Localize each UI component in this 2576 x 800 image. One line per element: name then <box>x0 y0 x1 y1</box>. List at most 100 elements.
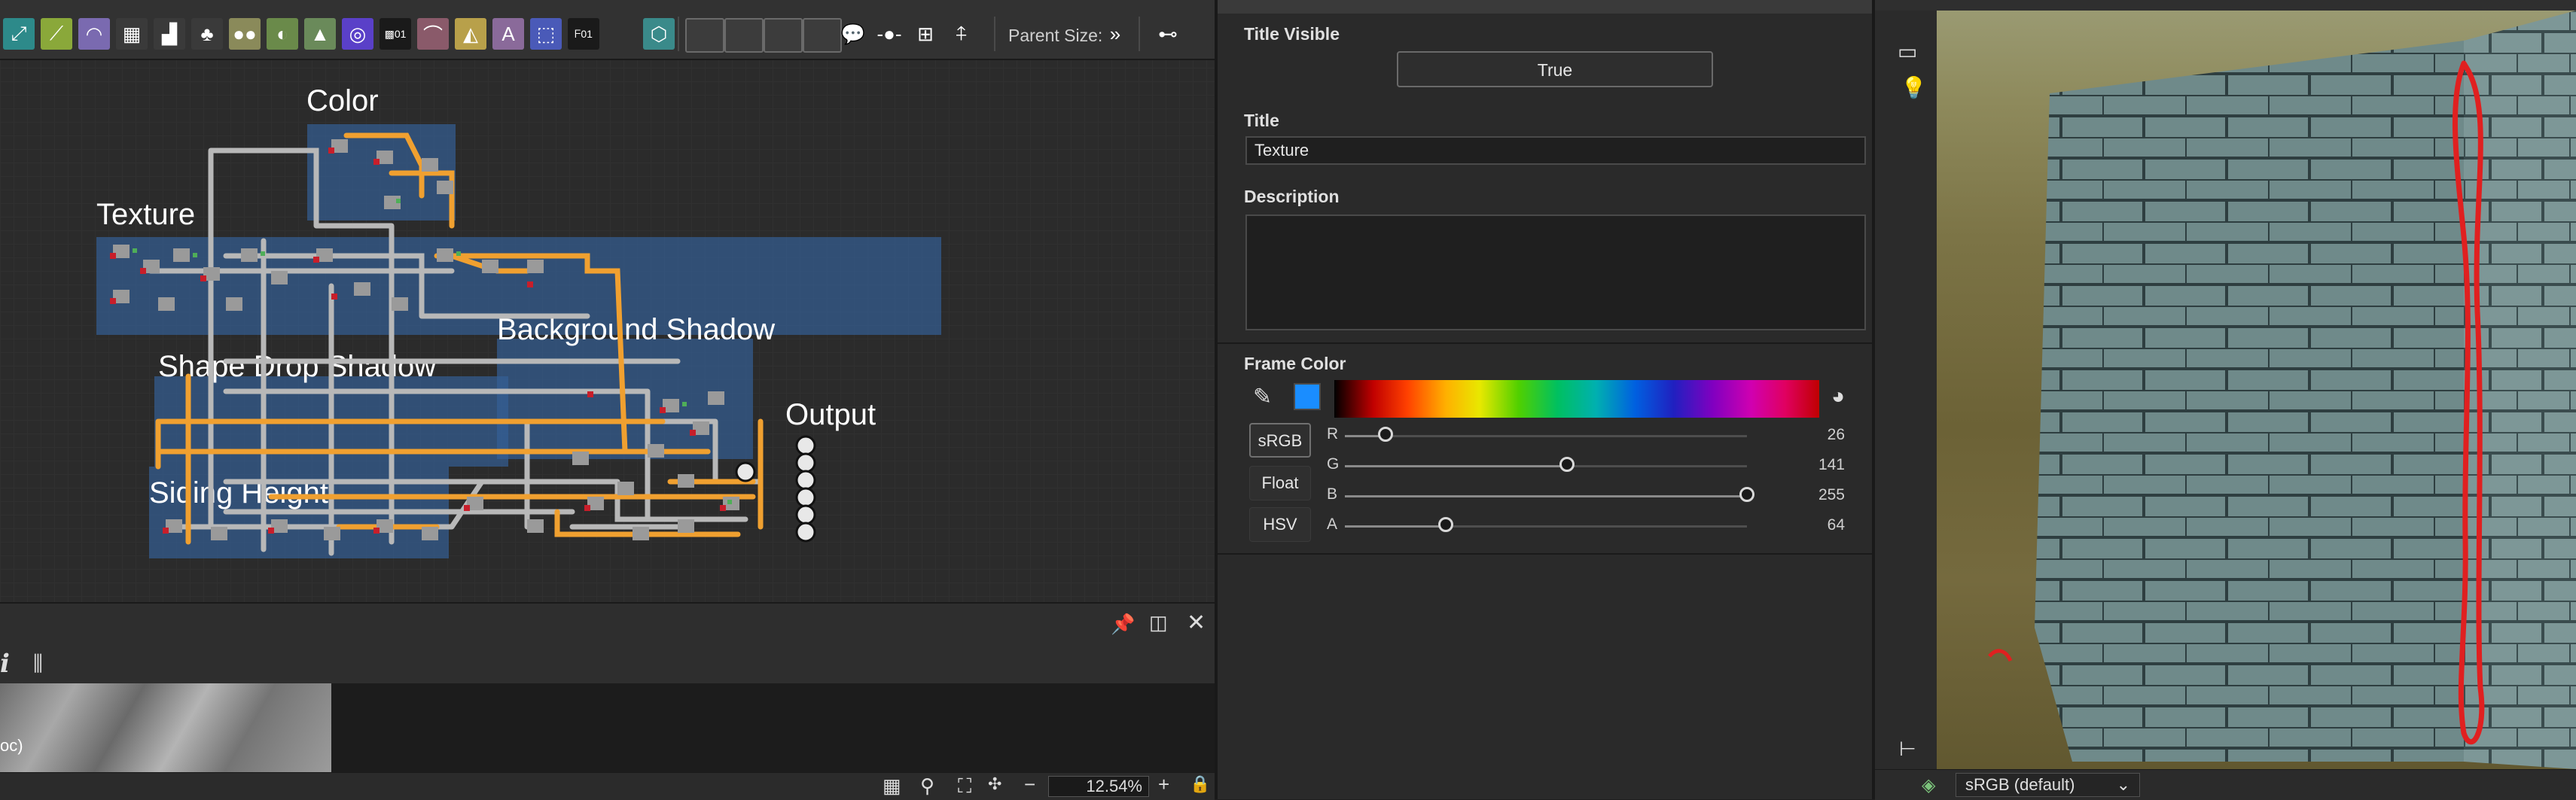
color-spectrum[interactable] <box>1334 380 1819 418</box>
zoom-in-icon[interactable]: + <box>1158 773 1169 796</box>
frame-color-swatch[interactable] <box>1294 383 1321 410</box>
symmetry-icon[interactable]: ◭ <box>455 18 486 50</box>
transform-2d-icon[interactable]: ⤢ <box>3 18 35 50</box>
parent-size-label: Parent Size: <box>1008 26 1103 45</box>
thumbnail-caption: oc) <box>0 736 23 755</box>
texture-thumbnail[interactable]: oc) <box>0 683 331 772</box>
channel-g-label: G <box>1327 455 1340 473</box>
fx-map-icon[interactable]: ᖴ01 <box>568 18 599 50</box>
wall-front-face <box>2035 41 2464 762</box>
frame-color-label: Frame Color <box>1244 354 1346 373</box>
channel-g-value[interactable]: 141 <box>1792 456 1845 474</box>
text-icon[interactable]: A <box>492 18 524 50</box>
channel-g-slider[interactable] <box>1345 457 1747 472</box>
dot-icon[interactable]: -●- <box>873 18 905 50</box>
mode-hsv-button[interactable]: HSV <box>1249 507 1311 542</box>
title-visible-toggle[interactable]: True <box>1397 51 1713 87</box>
pin-icon[interactable]: ⍏ <box>946 18 977 50</box>
shape-icon[interactable]: ⬡ <box>643 18 675 50</box>
color-picker-icon[interactable]: ◕ <box>1831 384 1845 409</box>
3d-viewport[interactable] <box>1937 11 2576 769</box>
histogram-icon[interactable]: ▲ <box>304 18 336 50</box>
colorspace-dropdown[interactable]: sRGB (default) ⌄ <box>1956 773 2140 797</box>
channel-b-slider[interactable] <box>1345 487 1754 502</box>
channel-a-label: A <box>1327 516 1338 533</box>
description-label: Description <box>1244 187 1340 206</box>
gray-wires <box>148 148 764 556</box>
mode-srgb-button[interactable]: sRGB <box>1249 423 1311 458</box>
eyedropper-icon[interactable]: ✎ <box>1253 384 1272 410</box>
histogram-icon[interactable]: ⫼ <box>33 652 43 677</box>
graph-align-icon[interactable]: ⊞ <box>910 18 941 50</box>
pin-icon[interactable]: 📌 <box>1111 613 1135 636</box>
hsl-icon[interactable]: ♣ <box>191 18 223 50</box>
pixel-processor-icon[interactable]: ▩01 <box>380 18 411 50</box>
description-field[interactable] <box>1245 214 1866 330</box>
frame-empty-icon[interactable] <box>803 18 842 53</box>
properties-header-bar <box>1218 0 1872 14</box>
zoom-field[interactable]: 12.54% <box>1048 776 1149 797</box>
view2d-toolbar: i ⫼ <box>0 646 1215 683</box>
channel-a-slider[interactable] <box>1345 517 1747 532</box>
slider-knob[interactable] <box>1739 487 1754 502</box>
title-visible-label: Title Visible <box>1244 24 1340 44</box>
light-icon[interactable]: 💡 <box>1901 75 1927 100</box>
title-field[interactable]: Texture <box>1245 136 1866 165</box>
divider <box>1218 553 1872 555</box>
toolbar-separator <box>1139 17 1140 51</box>
node-network <box>110 132 816 556</box>
channel-b-value[interactable]: 255 <box>1792 486 1845 504</box>
frame-input-icon[interactable] <box>724 18 764 53</box>
channel-r-slider[interactable] <box>1345 427 1747 442</box>
graph-canvas[interactable]: Color Texture Background Shadow Shape Dr… <box>0 0 1215 602</box>
slider-knob[interactable] <box>1378 427 1393 442</box>
channel-b-label: B <box>1327 485 1338 503</box>
center-icon[interactable]: ✣ <box>988 774 1001 794</box>
crop-icon[interactable]: ⬚ <box>530 18 562 50</box>
chevron-right-icon[interactable]: » <box>1099 18 1131 50</box>
view3d-sidebar: ▭ 💡 ⊢ <box>1872 0 1940 799</box>
toolbar-separator <box>678 17 679 51</box>
grid-icon[interactable]: ▦ <box>883 774 901 798</box>
view3d-menubar <box>1875 0 2576 11</box>
maximize-icon[interactable]: ◫ <box>1149 611 1168 634</box>
channel-r-value[interactable]: 26 <box>1792 426 1845 444</box>
channel-r-label: R <box>1327 425 1339 443</box>
uniform-color-icon[interactable]: ●● <box>229 18 261 50</box>
mode-float-button[interactable]: Float <box>1249 466 1311 500</box>
view2d-header: 📌 ◫ ✕ <box>0 602 1215 647</box>
title-label: Title <box>1244 111 1279 130</box>
tiling-icon[interactable]: ⚲ <box>920 774 934 798</box>
zoom-out-icon[interactable]: − <box>1024 773 1035 796</box>
tile-generator-icon[interactable]: ▦ <box>116 18 148 50</box>
graph-link-icon[interactable]: ⊷ <box>1152 18 1184 50</box>
levels-icon[interactable]: ▟ <box>154 18 185 50</box>
toolbar-separator <box>994 17 995 51</box>
close-icon[interactable]: ✕ <box>1187 610 1206 636</box>
colorspace-value: sRGB (default) <box>1965 775 2075 794</box>
color-wheel-icon[interactable]: ◎ <box>342 18 373 50</box>
channel-a-value[interactable]: 64 <box>1792 516 1845 534</box>
layers-icon[interactable]: ◈ <box>1922 774 1935 796</box>
view2d-status-bar: ▦ ⚲ ⛶ ✣ − + 🔒 <box>0 772 1215 800</box>
info-icon[interactable]: i <box>0 649 10 679</box>
blur-icon[interactable]: ◠ <box>78 18 110 50</box>
blend-icon[interactable]: ◐ <box>267 18 298 50</box>
lock-icon[interactable]: 🔒 <box>1190 774 1210 794</box>
graph-toolbar: ⤢ ⟋ ◠ ▦ ▟ ♣ ●● ◐ ▲ ◎ ▩01 ⌒ ◭ A ⬚ ᖴ01 ⬡ 💬… <box>0 0 1215 60</box>
slider-knob[interactable] <box>1559 457 1575 472</box>
frame-output-icon[interactable] <box>764 18 803 53</box>
warp-icon[interactable]: ⌒ <box>417 18 449 50</box>
frame-icon[interactable] <box>685 18 724 53</box>
gradient-map-icon[interactable]: ⟋ <box>41 18 72 50</box>
output-nodes <box>735 435 816 543</box>
slider-knob[interactable] <box>1438 517 1453 532</box>
divider <box>1218 342 1872 344</box>
fit-icon[interactable]: ⛶ <box>958 774 971 798</box>
annotation-mark <box>1988 649 2013 662</box>
brick-wall-render <box>1988 11 2576 769</box>
comment-icon[interactable]: 💬 <box>837 18 869 50</box>
chevron-down-icon: ⌄ <box>2116 775 2130 794</box>
camera-icon[interactable]: ▭ <box>1898 39 1917 64</box>
scene-tree-icon[interactable]: ⊢ <box>1899 738 1916 761</box>
